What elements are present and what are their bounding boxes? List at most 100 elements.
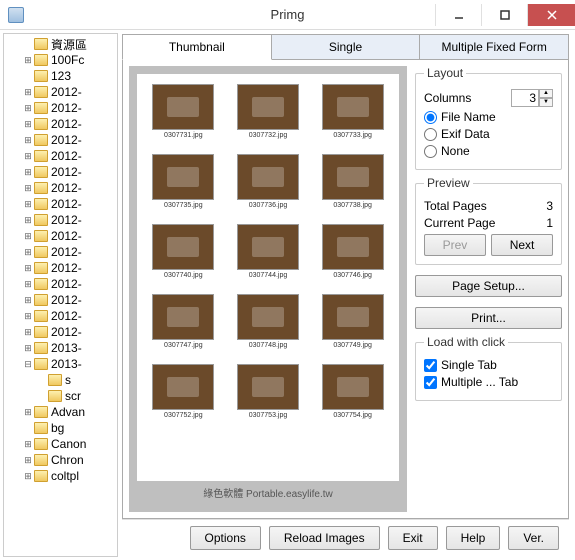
tree-item[interactable]: ⊞Advan bbox=[4, 404, 117, 420]
tree-item[interactable]: s bbox=[4, 372, 117, 388]
tree-expander-icon[interactable] bbox=[22, 38, 34, 50]
tree-item[interactable]: ⊞2012- bbox=[4, 164, 117, 180]
tree-item[interactable]: ⊞Chron bbox=[4, 452, 117, 468]
tree-expander-icon[interactable]: ⊞ bbox=[22, 166, 34, 178]
radio-exif[interactable] bbox=[424, 128, 437, 141]
options-button[interactable]: Options bbox=[190, 526, 261, 550]
tree-expander-icon[interactable]: ⊞ bbox=[22, 438, 34, 450]
tree-expander-icon[interactable]: ⊞ bbox=[22, 262, 34, 274]
tree-item[interactable]: ⊞ 2012- bbox=[4, 244, 117, 260]
thumbnail-item[interactable]: 0307747.jpg bbox=[143, 294, 224, 358]
tree-expander-icon[interactable]: ⊞ bbox=[22, 118, 34, 130]
thumbnail-item[interactable]: 0307753.jpg bbox=[228, 364, 309, 428]
thumbnail-item[interactable]: 0307733.jpg bbox=[312, 84, 393, 148]
tree-expander-icon[interactable]: ⊞ bbox=[22, 102, 34, 114]
tree-expander-icon[interactable]: ⊞ bbox=[22, 454, 34, 466]
tree-item[interactable]: ⊞2012- bbox=[4, 196, 117, 212]
tree-item[interactable]: ⊞2012- bbox=[4, 292, 117, 308]
tree-item[interactable]: ⊞2012- bbox=[4, 180, 117, 196]
tree-item[interactable]: ⊞Canon bbox=[4, 436, 117, 452]
tree-item[interactable]: 123 bbox=[4, 68, 117, 84]
tree-item[interactable]: ⊞2012- bbox=[4, 212, 117, 228]
tree-item[interactable]: ⊞2012- bbox=[4, 228, 117, 244]
tree-item[interactable]: ⊞2012- bbox=[4, 148, 117, 164]
tree-expander-icon[interactable]: ⊞ bbox=[22, 342, 34, 354]
tree-item[interactable]: ⊞2012- bbox=[4, 276, 117, 292]
tree-expander-icon[interactable]: ⊞ bbox=[22, 278, 34, 290]
tree-expander-icon[interactable] bbox=[22, 422, 34, 434]
folder-icon bbox=[34, 54, 48, 66]
maximize-button[interactable] bbox=[481, 4, 527, 26]
thumbnail-item[interactable]: 0307735.jpg bbox=[143, 154, 224, 218]
tree-item[interactable]: ⊞coltpl bbox=[4, 468, 117, 484]
tree-expander-icon[interactable]: ⊞ bbox=[22, 326, 34, 338]
check-multiple-tab[interactable] bbox=[424, 376, 437, 389]
help-button[interactable]: Help bbox=[446, 526, 501, 550]
thumbnail-item[interactable]: 0307736.jpg bbox=[228, 154, 309, 218]
prev-button[interactable]: Prev bbox=[424, 234, 486, 256]
tree-expander-icon[interactable]: ⊞ bbox=[22, 182, 34, 194]
tree-expander-icon[interactable]: ⊞ bbox=[22, 150, 34, 162]
thumbnail-item[interactable]: 0307746.jpg bbox=[312, 224, 393, 288]
tree-item[interactable]: 資源區 bbox=[4, 36, 117, 52]
tree-expander-icon[interactable]: ⊞ bbox=[22, 86, 34, 98]
tree-item[interactable]: ⊞2013- bbox=[4, 340, 117, 356]
tree-item[interactable]: ⊞2012- bbox=[4, 132, 117, 148]
ver-button[interactable]: Ver. bbox=[508, 526, 559, 550]
columns-input[interactable] bbox=[511, 89, 539, 107]
thumbnail-item[interactable]: 0307749.jpg bbox=[312, 294, 393, 358]
minimize-button[interactable] bbox=[435, 4, 481, 26]
tree-expander-icon[interactable] bbox=[36, 374, 48, 386]
tree-item[interactable]: ⊞ 2012- bbox=[4, 308, 117, 324]
tree-item[interactable]: ⊞2012- bbox=[4, 100, 117, 116]
check-single-tab[interactable] bbox=[424, 359, 437, 372]
tree-expander-icon[interactable]: ⊞ bbox=[22, 230, 34, 242]
tree-expander-icon[interactable] bbox=[36, 390, 48, 402]
close-button[interactable] bbox=[527, 4, 575, 26]
tree-expander-icon[interactable] bbox=[22, 70, 34, 82]
thumbnail-item[interactable]: 0307748.jpg bbox=[228, 294, 309, 358]
tab-thumbnail[interactable]: Thumbnail bbox=[122, 34, 272, 60]
tree-expander-icon[interactable]: ⊞ bbox=[22, 294, 34, 306]
tree-item[interactable]: ⊞2012- bbox=[4, 324, 117, 340]
tree-expander-icon[interactable]: ⊞ bbox=[22, 54, 34, 66]
tree-item[interactable]: ⊞2012- bbox=[4, 116, 117, 132]
page-setup-button[interactable]: Page Setup... bbox=[415, 275, 562, 297]
tree-item[interactable]: bg bbox=[4, 420, 117, 436]
preview-legend: Preview bbox=[424, 176, 473, 190]
exit-button[interactable]: Exit bbox=[388, 526, 438, 550]
total-pages-label: Total Pages bbox=[424, 199, 487, 213]
thumbnail-item[interactable]: 0307740.jpg bbox=[143, 224, 224, 288]
next-button[interactable]: Next bbox=[491, 234, 553, 256]
tree-item[interactable]: scr bbox=[4, 388, 117, 404]
thumbnail-item[interactable]: 0307744.jpg bbox=[228, 224, 309, 288]
thumbnail-item[interactable]: 0307738.jpg bbox=[312, 154, 393, 218]
tree-expander-icon[interactable]: ⊞ bbox=[22, 134, 34, 146]
thumbnail-item[interactable]: 0307732.jpg bbox=[228, 84, 309, 148]
reload-images-button[interactable]: Reload Images bbox=[269, 526, 380, 550]
print-button[interactable]: Print... bbox=[415, 307, 562, 329]
thumbnail-item[interactable]: 0307731.jpg bbox=[143, 84, 224, 148]
tree-item[interactable]: ⊞100Fc bbox=[4, 52, 117, 68]
tree-item[interactable]: ⊟2013- bbox=[4, 356, 117, 372]
tab-multiple[interactable]: Multiple Fixed Form bbox=[420, 34, 569, 60]
tree-item-label: 2012- bbox=[51, 245, 82, 259]
tree-expander-icon[interactable]: ⊞ bbox=[22, 246, 34, 258]
thumbnail-item[interactable]: 0307752.jpg bbox=[143, 364, 224, 428]
tree-expander-icon[interactable]: ⊞ bbox=[22, 214, 34, 226]
tree-expander-icon[interactable]: ⊟ bbox=[22, 358, 34, 370]
tree-item-label: 2012- bbox=[51, 309, 82, 323]
tree-item[interactable]: ⊞2012- bbox=[4, 84, 117, 100]
columns-down-button[interactable]: ▼ bbox=[539, 98, 553, 107]
tree-item[interactable]: ⊞2012- bbox=[4, 260, 117, 276]
tree-expander-icon[interactable]: ⊞ bbox=[22, 406, 34, 418]
folder-tree[interactable]: 資源區⊞100Fc123⊞2012-⊞2012-⊞2012-⊞2012-⊞201… bbox=[3, 33, 118, 557]
tree-expander-icon[interactable]: ⊞ bbox=[22, 198, 34, 210]
tree-expander-icon[interactable]: ⊞ bbox=[22, 470, 34, 482]
tree-expander-icon[interactable]: ⊞ bbox=[22, 310, 34, 322]
radio-none[interactable] bbox=[424, 145, 437, 158]
radio-filename[interactable] bbox=[424, 111, 437, 124]
thumbnail-item[interactable]: 0307754.jpg bbox=[312, 364, 393, 428]
columns-up-button[interactable]: ▲ bbox=[539, 89, 553, 98]
tab-single[interactable]: Single bbox=[272, 34, 421, 60]
